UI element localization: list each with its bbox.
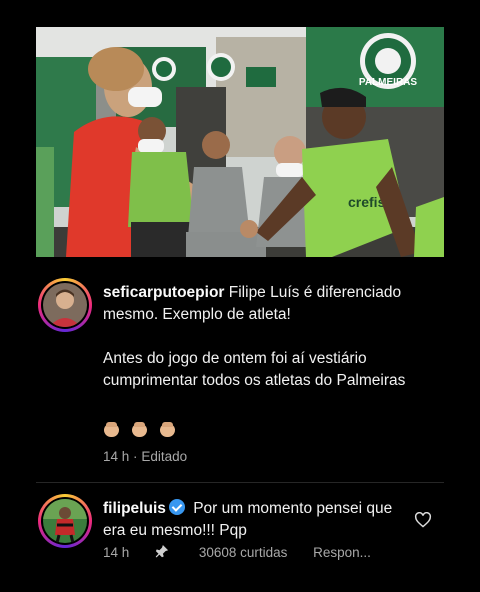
heart-icon[interactable] xyxy=(414,512,432,528)
comment-username[interactable]: filipeluis xyxy=(103,500,166,517)
comment-time: 14 h xyxy=(103,545,130,560)
likes-count[interactable]: 30608 curtidas xyxy=(199,545,288,560)
palmeiras-logo-text: PALMEIRAS xyxy=(359,77,417,88)
reply-comment-text: filipeluis Por um momento pensei que era… xyxy=(103,498,403,542)
comment-username[interactable]: seficarputoepior xyxy=(103,284,224,301)
avatar[interactable] xyxy=(38,278,92,332)
emoji-row xyxy=(103,422,181,441)
comment-text: seficarputoepior Filipe Luís é diferenci… xyxy=(103,282,443,392)
post-photo[interactable]: PALMEIRAS crefisa xyxy=(36,27,444,257)
comment-line-2: Antes do jogo de ontem foi aí vestiário … xyxy=(103,350,406,389)
avatar[interactable] xyxy=(38,494,92,548)
edited-label: Editado xyxy=(141,449,188,464)
clap-icon xyxy=(103,422,121,438)
comment-time: 14 h xyxy=(103,449,130,464)
avatar-image xyxy=(43,283,87,327)
clap-icon xyxy=(131,422,149,438)
instagram-comment-screen: PALMEIRAS crefisa seficarputoepior Filip… xyxy=(0,0,480,592)
verified-badge-icon xyxy=(168,499,185,515)
meta-separator: · xyxy=(133,449,138,464)
avatar-image xyxy=(43,499,87,543)
pin-icon xyxy=(155,545,169,558)
reply-button[interactable]: Respon... xyxy=(313,545,371,560)
comment-meta: 14 h · Editado xyxy=(103,449,187,464)
comment-meta: 14 h 30608 curtidas Respon... xyxy=(103,545,371,560)
divider xyxy=(36,482,444,483)
clap-icon xyxy=(159,422,177,438)
